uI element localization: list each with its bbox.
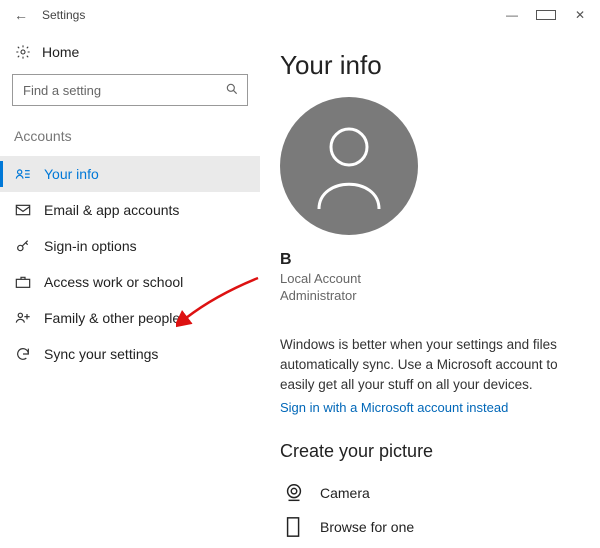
browse-option[interactable]: Browse for one <box>280 510 572 544</box>
gear-icon <box>14 44 32 60</box>
account-role: Administrator <box>280 288 572 305</box>
search-input[interactable] <box>21 82 215 99</box>
maximize-button[interactable] <box>536 8 556 22</box>
avatar <box>280 97 418 235</box>
minimize-button[interactable]: — <box>502 8 522 22</box>
search-icon <box>225 82 239 99</box>
content-area: Your info B Local Account Administrator … <box>260 30 600 548</box>
nav-list: Your info Email & app accounts Sign-in o… <box>0 156 260 372</box>
signin-microsoft-link[interactable]: Sign in with a Microsoft account instead <box>280 400 508 415</box>
create-picture-heading: Create your picture <box>280 441 572 462</box>
username: B <box>280 251 572 269</box>
browse-label: Browse for one <box>320 519 414 535</box>
avatar-placeholder-icon <box>309 121 389 211</box>
camera-label: Camera <box>320 485 370 501</box>
sidebar-item-label: Your info <box>44 166 99 182</box>
sidebar-item-email-accounts[interactable]: Email & app accounts <box>0 192 260 228</box>
sidebar-item-sync-settings[interactable]: Sync your settings <box>0 336 260 372</box>
sidebar-item-label: Access work or school <box>44 274 183 290</box>
sidebar-item-your-info[interactable]: Your info <box>0 156 260 192</box>
close-button[interactable]: ✕ <box>570 8 590 22</box>
key-icon <box>14 238 32 254</box>
briefcase-icon <box>14 275 32 289</box>
upsell-text: Windows is better when your settings and… <box>280 335 572 396</box>
home-button[interactable]: Home <box>12 38 248 74</box>
sidebar-item-signin-options[interactable]: Sign-in options <box>0 228 260 264</box>
window-title: Settings <box>42 8 85 22</box>
sidebar-item-access-work-school[interactable]: Access work or school <box>0 264 260 300</box>
mail-icon <box>14 204 32 216</box>
titlebar: ← Settings — ✕ <box>0 0 600 30</box>
main-region: Home Accounts Your info <box>0 30 600 548</box>
category-header: Accounts <box>12 126 248 156</box>
sidebar-item-label: Sync your settings <box>44 346 158 362</box>
back-button[interactable]: ← <box>8 7 34 23</box>
account-type: Local Account <box>280 271 572 288</box>
sidebar: Home Accounts Your info <box>0 30 260 548</box>
browse-icon <box>282 516 306 538</box>
home-label: Home <box>42 44 79 60</box>
sync-icon <box>14 346 32 362</box>
window-controls: — ✕ <box>502 8 592 22</box>
person-badge-icon <box>14 167 32 181</box>
camera-option[interactable]: Camera <box>280 476 572 510</box>
sidebar-item-label: Email & app accounts <box>44 202 179 218</box>
camera-icon <box>282 482 306 504</box>
search-input-wrapper[interactable] <box>12 74 248 106</box>
sidebar-item-label: Family & other people <box>44 310 180 326</box>
sidebar-item-family-other-people[interactable]: Family & other people <box>0 300 260 336</box>
page-title: Your info <box>280 50 572 81</box>
sidebar-item-label: Sign-in options <box>44 238 137 254</box>
people-plus-icon <box>14 311 32 325</box>
